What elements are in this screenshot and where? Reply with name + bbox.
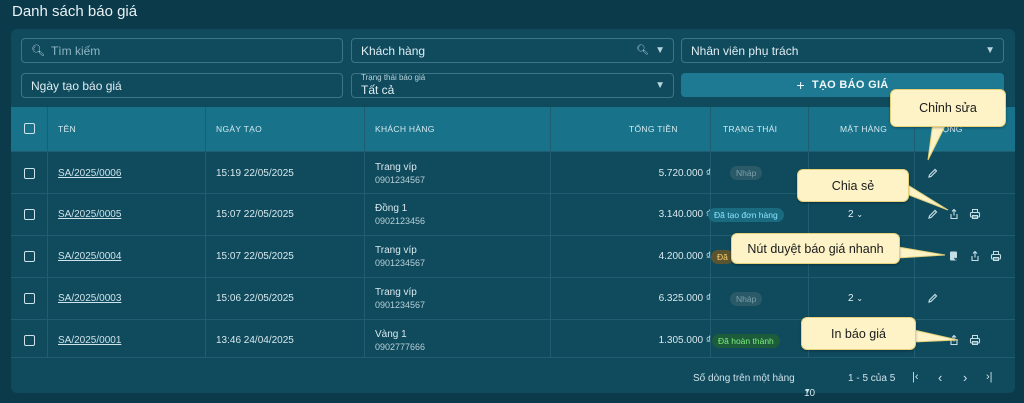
customer-cell: Trang víp 0901234567	[375, 162, 425, 185]
staff-label: Nhân viên phụ trách	[691, 43, 799, 58]
status-badge: Nháp	[730, 166, 763, 180]
quote-code-link[interactable]: SA/2025/0003	[58, 293, 121, 304]
page-title: Danh sách báo giá	[12, 3, 138, 20]
quick-approve-callout: Nút duyệt báo giá nhanh	[731, 233, 900, 264]
created-date: 15:07 22/05/2025	[216, 251, 294, 262]
items-dropdown[interactable]: 2 ⌄	[848, 209, 863, 220]
status-badge: Đã hoàn thành	[712, 334, 780, 348]
search-icon: 🔍︎	[636, 45, 650, 56]
customer-name: Đồng 1	[375, 203, 408, 214]
quick-approve-icon[interactable]	[948, 250, 960, 262]
items-count: 2	[848, 209, 854, 220]
customer-phone: 0902777666	[375, 342, 426, 352]
create-quote-label: TẠO BÁO GIÁ	[811, 79, 889, 91]
chevron-down-icon: ▼	[804, 388, 811, 395]
customer-phone: 0901234567	[375, 258, 426, 268]
edit-callout: Chỉnh sửa	[890, 89, 1006, 127]
table-pagination: Số dòng trên một hàng 10 ▼ 1 - 5 của 5 |…	[11, 357, 1015, 399]
chevron-down-icon: ▼	[985, 45, 995, 56]
share-callout: Chia sẻ	[797, 169, 909, 202]
customer-cell: Trang víp 0901234567	[375, 245, 425, 268]
created-date-label: Ngày tạo báo giá	[31, 78, 122, 93]
total-amount: 3.140.000 ₫	[658, 209, 711, 220]
created-date: 15:19 22/05/2025	[216, 168, 294, 179]
items-dropdown[interactable]: 2 ⌄	[848, 293, 863, 304]
chevron-down-icon: ⌄	[856, 210, 864, 219]
quote-code-link[interactable]: SA/2025/0006	[58, 168, 121, 179]
share-icon[interactable]	[969, 250, 981, 262]
edit-icon[interactable]	[927, 292, 939, 304]
customer-name: Trang víp	[375, 245, 417, 256]
chevron-down-icon: ▼	[655, 80, 665, 91]
customer-name: Vàng 1	[375, 329, 407, 340]
created-date-input[interactable]: Ngày tạo báo giá	[21, 73, 343, 98]
row-checkbox[interactable]	[24, 251, 35, 262]
status-floating-label: Trạng thái báo giá	[361, 73, 426, 82]
status-value: Tất cả	[361, 83, 395, 97]
customer-cell: Vàng 1 0902777666	[375, 329, 425, 352]
customer-phone: 0901234567	[375, 175, 426, 185]
quote-code-link[interactable]: SA/2025/0004	[58, 251, 121, 262]
header-created[interactable]: NGÀY TẠO	[216, 107, 262, 151]
total-amount: 5.720.000 ₫	[658, 168, 711, 179]
search-input[interactable]: 🔍︎ Tìm kiếm	[21, 38, 343, 63]
page-range: 1 - 5 của 5	[848, 373, 896, 384]
created-date: 13:46 24/04/2025	[216, 335, 294, 346]
customer-cell: Đồng 1 0902123456	[375, 203, 425, 226]
plus-icon: +	[796, 77, 805, 93]
row-checkbox[interactable]	[24, 168, 35, 179]
table-header: TÊN NGÀY TẠO KHÁCH HÀNG TỔNG TIỀN TRẠNG …	[11, 107, 1015, 151]
customer-phone: 0902123456	[375, 216, 426, 226]
status-badge: Nháp	[730, 292, 763, 306]
next-page-icon[interactable]: ›	[963, 370, 967, 385]
search-icon: 🔍︎	[31, 45, 45, 57]
customer-phone: 0901234567	[375, 300, 426, 310]
header-status[interactable]: TRẠNG THÁI	[723, 107, 777, 151]
total-amount: 6.325.000 ₫	[658, 293, 711, 304]
print-icon[interactable]	[969, 208, 981, 220]
status-select[interactable]: Trạng thái báo giá Tất cả ▼	[351, 73, 674, 98]
total-amount: 1.305.000 ₫	[658, 335, 711, 346]
customer-name: Trang víp	[375, 162, 417, 173]
prev-page-icon[interactable]: ‹	[938, 370, 942, 385]
customer-label: Khách hàng	[361, 43, 426, 58]
header-total[interactable]: TỔNG TIỀN	[629, 107, 678, 151]
chevron-down-icon: ▼	[655, 45, 665, 56]
header-items[interactable]: MẶT HÀNG	[840, 107, 887, 151]
customer-cell: Trang víp 0901234567	[375, 287, 425, 310]
search-placeholder: Tìm kiếm	[50, 43, 101, 58]
edit-icon[interactable]	[927, 208, 939, 220]
quote-code-link[interactable]: SA/2025/0005	[58, 209, 121, 220]
quote-code-link[interactable]: SA/2025/0001	[58, 335, 121, 346]
status-badge: Đã tạo đơn hàng	[708, 208, 784, 222]
header-name[interactable]: TÊN	[58, 107, 76, 151]
items-count: 2	[848, 293, 854, 304]
customer-name: Trang víp	[375, 287, 417, 298]
staff-select[interactable]: Nhân viên phụ trách ▼	[681, 38, 1004, 63]
share-icon[interactable]	[948, 334, 960, 346]
print-icon[interactable]	[969, 334, 981, 346]
last-page-icon[interactable]: ›|	[986, 371, 993, 383]
first-page-icon[interactable]: |‹	[912, 371, 919, 383]
select-all-checkbox[interactable]	[24, 123, 35, 134]
share-icon[interactable]	[948, 208, 960, 220]
customer-select[interactable]: Khách hàng 🔍︎ ▼	[351, 38, 674, 63]
rows-per-page-label: Số dòng trên một hàng	[693, 373, 795, 384]
chevron-down-icon: ⌄	[856, 294, 864, 303]
created-date: 15:07 22/05/2025	[216, 209, 294, 220]
total-amount: 4.200.000 ₫	[658, 251, 711, 262]
row-checkbox[interactable]	[24, 335, 35, 346]
edit-icon[interactable]	[927, 167, 939, 179]
created-date: 15:06 22/05/2025	[216, 293, 294, 304]
table-row[interactable]: SA/2025/0003 15:06 22/05/2025 Trang víp 0…	[11, 277, 1015, 319]
print-callout: In báo giá	[801, 317, 916, 350]
row-checkbox[interactable]	[24, 209, 35, 220]
print-icon[interactable]	[990, 250, 1002, 262]
header-customer[interactable]: KHÁCH HÀNG	[375, 107, 435, 151]
row-checkbox[interactable]	[24, 293, 35, 304]
